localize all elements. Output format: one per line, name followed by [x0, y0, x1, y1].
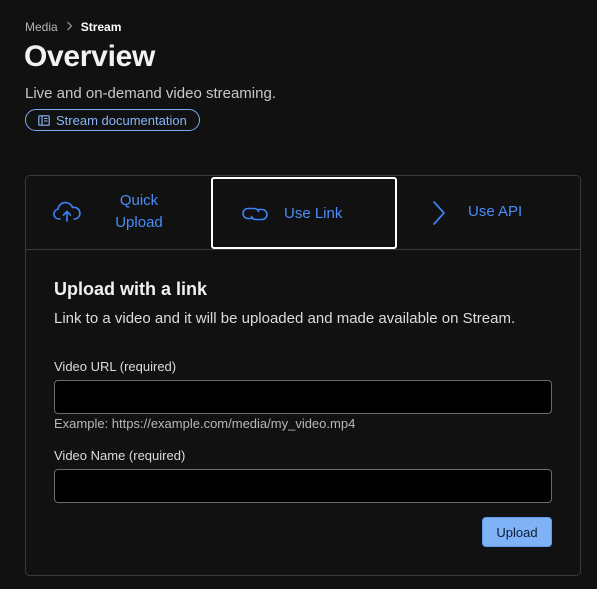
tab-quick-upload-label: Quick Upload	[106, 190, 172, 234]
link-icon	[242, 207, 268, 221]
upload-button[interactable]: Upload	[482, 517, 552, 547]
tab-quick-upload-label-line2: Upload	[115, 214, 163, 231]
breadcrumb: Media Stream	[25, 20, 121, 34]
video-url-label: Video URL (required)	[54, 359, 177, 374]
stream-documentation-label: Stream documentation	[56, 112, 187, 128]
tab-use-link-label: Use Link	[284, 205, 343, 222]
upload-section-title: Upload with a link	[54, 279, 208, 299]
upload-method-tabs: Quick Upload Use Link Use API	[26, 176, 580, 250]
upload-section-description: Link to a video and it will be uploaded …	[54, 310, 516, 327]
stream-documentation-link[interactable]: Stream documentation	[25, 109, 200, 131]
page-title: Overview	[24, 40, 156, 73]
book-icon	[38, 114, 50, 126]
cloud-upload-icon	[53, 201, 81, 222]
upload-card: Quick Upload Use Link Use API Upload wit…	[25, 175, 581, 576]
tab-use-api-label: Use API	[468, 203, 523, 220]
video-url-input[interactable]	[54, 380, 552, 414]
chevron-right-icon	[433, 201, 445, 225]
tab-quick-upload[interactable]: Quick Upload	[26, 176, 211, 249]
tab-quick-upload-label-line1: Quick	[119, 192, 159, 209]
video-name-input[interactable]	[54, 469, 552, 503]
tab-use-link[interactable]: Use Link	[211, 177, 397, 249]
breadcrumb-current: Stream	[80, 20, 122, 34]
page-subtitle: Live and on-demand video streaming.	[25, 85, 276, 102]
tab-use-api[interactable]: Use API	[397, 176, 580, 249]
breadcrumb-separator	[66, 20, 73, 34]
breadcrumb-media-link[interactable]: Media	[25, 20, 58, 34]
video-name-label: Video Name (required)	[54, 448, 186, 463]
video-url-hint: Example: https://example.com/media/my_vi…	[54, 416, 356, 431]
chevron-right-small-icon	[66, 21, 73, 31]
stream-overview-page: Media Stream Overview Live and on-demand…	[0, 0, 597, 589]
